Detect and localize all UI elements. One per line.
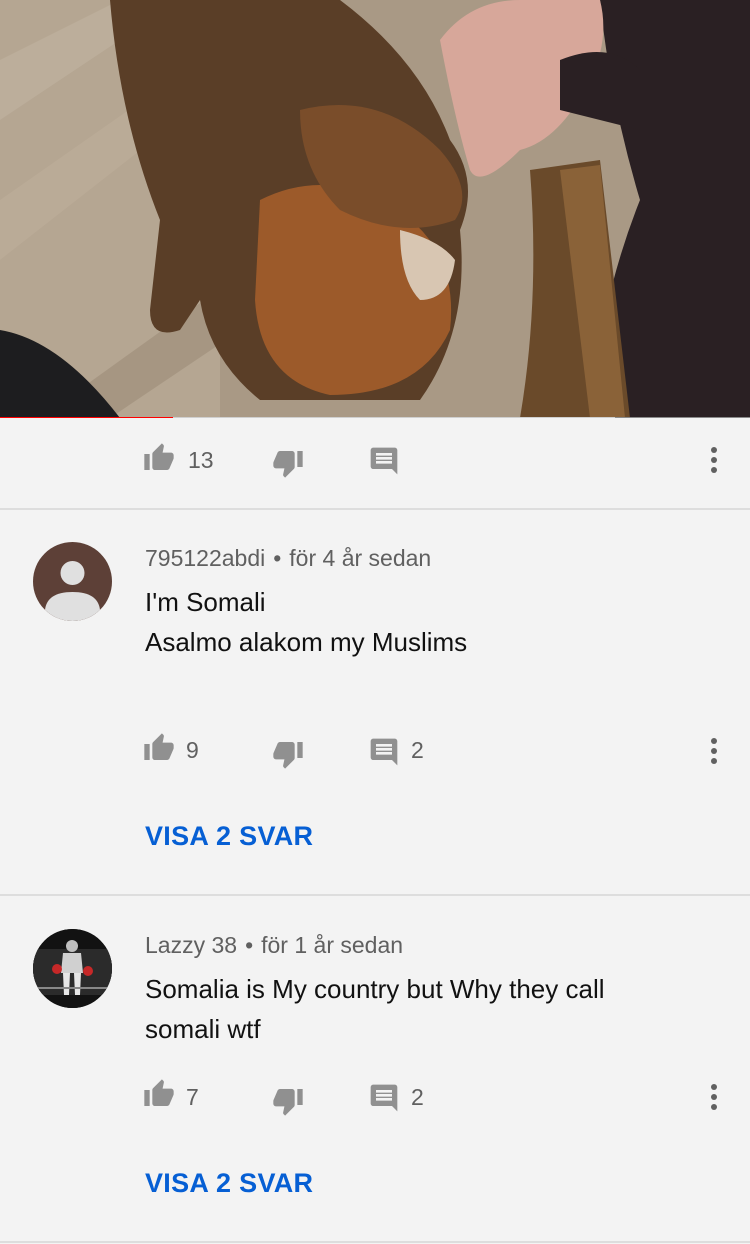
thumb-up-icon[interactable] [143, 442, 175, 474]
comment-icon[interactable] [368, 1082, 400, 1114]
comment-meta: Lazzy 38 • för 1 år sedan [145, 931, 403, 959]
comment-like-count: 9 [186, 737, 199, 763]
comment-action-bar: 7 2 [0, 1068, 750, 1128]
comment-meta: 795122abdi • för 4 år sedan [145, 544, 431, 572]
thumb-down-icon[interactable] [272, 738, 304, 770]
divider [0, 1241, 750, 1243]
show-replies-button[interactable]: VISA 2 SVAR [145, 820, 313, 852]
boxer-photo-avatar-icon [33, 929, 112, 1008]
meta-separator: • [273, 545, 282, 571]
thumb-up-icon[interactable] [143, 1078, 175, 1110]
video-frame [0, 0, 750, 418]
thumb-down-icon[interactable] [272, 447, 304, 479]
comment-author[interactable]: 795122abdi [145, 545, 265, 571]
comment-time[interactable]: för 1 år sedan [261, 932, 403, 958]
default-user-avatar-icon [45, 561, 100, 621]
comment-reply-count: 2 [411, 1084, 424, 1110]
user-avatar[interactable] [33, 929, 112, 1008]
video-player[interactable] [0, 0, 750, 418]
more-vertical-icon[interactable] [709, 735, 719, 767]
comment-time[interactable]: för 4 år sedan [289, 545, 431, 571]
comment-text-line: I'm Somali [145, 587, 266, 617]
show-replies-button[interactable]: VISA 2 SVAR [145, 1167, 313, 1199]
comment-author[interactable]: Lazzy 38 [145, 932, 237, 958]
more-vertical-icon[interactable] [709, 1081, 719, 1113]
divider [0, 508, 750, 510]
video-played-bar [0, 417, 173, 418]
comment-text: I'm Somali Asalmo alakom my Muslims [145, 582, 705, 662]
comment-reply-count: 2 [411, 737, 424, 763]
user-avatar[interactable] [33, 542, 112, 621]
video-progress-bar[interactable] [0, 417, 750, 418]
more-vertical-icon[interactable] [709, 444, 719, 476]
comment-icon[interactable] [368, 445, 400, 477]
comment-icon[interactable] [368, 736, 400, 768]
comment-text-line: Somalia is My country but Why they call [145, 974, 605, 1004]
video-like-count: 13 [188, 447, 214, 473]
comment-action-bar: 9 2 [0, 720, 750, 780]
divider [0, 894, 750, 896]
meta-separator: • [245, 932, 254, 958]
thumb-up-icon[interactable] [143, 732, 175, 764]
video-action-bar: 13 [0, 430, 750, 490]
comment-text-line: somali wtf [145, 1014, 261, 1044]
comment-text: Somalia is My country but Why they call … [145, 969, 705, 1049]
comment-text-line: Asalmo alakom my Muslims [145, 627, 468, 657]
comment-like-count: 7 [186, 1084, 199, 1110]
thumb-down-icon[interactable] [272, 1085, 304, 1117]
